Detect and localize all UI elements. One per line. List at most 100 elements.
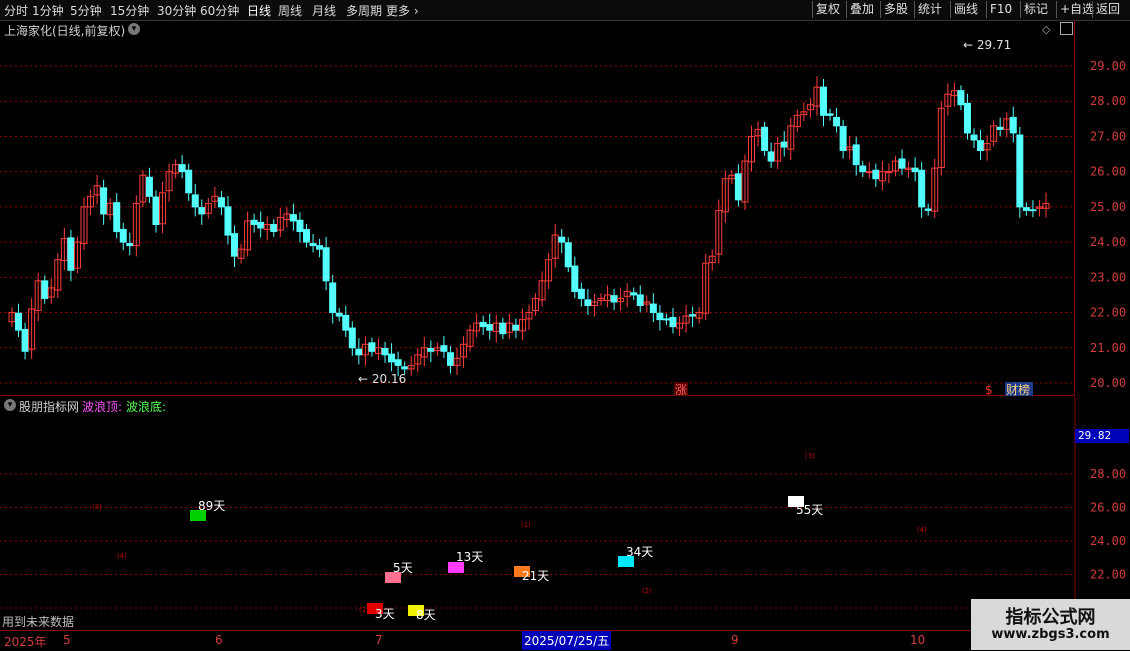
candle-body [865, 171, 873, 174]
candle-body [178, 164, 186, 173]
wave-day-label: 8天 [416, 608, 436, 622]
stock-title: 上海家化(日线,前复权) [4, 24, 126, 38]
month-label: 6 [215, 633, 223, 647]
candle-body [381, 347, 389, 356]
wave-day-label: 3天 [375, 607, 395, 621]
wave-day-label: 89天 [198, 499, 225, 513]
candle-body [636, 294, 644, 307]
wave-count-mark: (1) [359, 606, 369, 614]
candle-body [1022, 207, 1030, 211]
y-tick-label: 25.00 [1090, 200, 1126, 214]
wave-count-mark: (3) [805, 452, 815, 460]
low-price-label: ← 20.16 [358, 372, 406, 386]
candle-body [21, 328, 29, 352]
y-tick-label: 29.00 [1090, 59, 1126, 73]
diamond-icon[interactable]: ◇ [1042, 23, 1050, 36]
candle-body [571, 265, 579, 292]
candle-body [499, 322, 507, 335]
candle-body [996, 126, 1004, 130]
candle-body [852, 144, 860, 166]
candle-body [689, 314, 697, 317]
candle-body [885, 171, 893, 174]
dollar-marker: $ [985, 383, 993, 397]
candle-body [911, 167, 919, 173]
watermark-url: www.zbgs3.com [991, 627, 1110, 642]
candle-body [630, 292, 638, 296]
candle-body [839, 126, 847, 152]
wave-count-mark: (1) [521, 521, 531, 529]
candle-body [761, 126, 769, 152]
y-tick-label: 20.00 [1090, 376, 1126, 390]
y-tick-label: 28.00 [1090, 94, 1126, 108]
y-tick-label: 26.00 [1090, 165, 1126, 179]
candle-body [427, 347, 435, 352]
indicator-y-tick-label: 26.00 [1090, 501, 1126, 515]
chevron-down-icon[interactable]: ▾ [128, 23, 140, 35]
date-axis: 2025年 5 6 7 9 10 2025/07/25/五 [0, 630, 1130, 651]
indicator-name[interactable]: 股朋指标网 [19, 398, 79, 415]
candle-body [1016, 134, 1024, 208]
candle-body [316, 245, 324, 250]
candle-body [558, 236, 566, 243]
candle-body [826, 113, 834, 116]
indicator-y-tick-label: 22.00 [1090, 568, 1126, 582]
candle-body [152, 196, 160, 226]
y-tick-label: 23.00 [1090, 270, 1126, 284]
candle-body [322, 247, 330, 282]
cursor-date: 2025/07/25/五 [522, 631, 612, 650]
month-label: 10 [910, 633, 926, 647]
candle-body [649, 303, 657, 314]
month-label: 7 [375, 633, 383, 647]
wave-day-label: 21天 [522, 569, 549, 583]
month-label: 9 [731, 633, 739, 647]
y-tick-label: 27.00 [1090, 129, 1126, 143]
candle-body [401, 366, 409, 370]
window-toggle-icon[interactable] [1060, 22, 1073, 35]
candle-body [610, 295, 618, 303]
candle-body [224, 206, 232, 236]
candle-body [1009, 116, 1017, 134]
indicator-y-tick-label: 28.00 [1090, 467, 1126, 481]
candle-body [113, 202, 121, 233]
candle-body [270, 224, 278, 233]
wave-top-label: 波浪顶: [82, 400, 123, 414]
candle-body [734, 173, 742, 201]
current-value-badge: 29.82 [1075, 429, 1129, 443]
wave-day-label: 5天 [393, 561, 413, 575]
candle-body [656, 312, 664, 321]
candle-body [859, 165, 867, 173]
candle-body [970, 134, 978, 141]
candle-body [584, 299, 592, 307]
candle-body [41, 280, 49, 299]
candle-body [479, 321, 487, 328]
candle-body [662, 318, 670, 321]
candle-body [198, 207, 206, 215]
candle-body [335, 312, 343, 317]
caibang-marker: 财榜 [1006, 382, 1030, 397]
year-label: 2025年 [4, 635, 47, 649]
candle-body [924, 208, 932, 211]
candle-body [289, 214, 297, 222]
wave-count-mark: (3) [92, 503, 102, 511]
candle-body [669, 316, 677, 328]
y-tick-label: 24.00 [1090, 235, 1126, 249]
candle-body [963, 102, 971, 134]
candle-body [446, 352, 454, 366]
candlestick-chart[interactable]: 29.00 28.00 27.00 26.00 25.00 24.00 23.00 22.00… [0, 0, 1130, 650]
watermark-title: 指标公式网 [1005, 607, 1096, 628]
candle-body [564, 242, 572, 268]
indicator-chevron-icon[interactable]: ▾ [4, 399, 16, 411]
candle-body [833, 116, 841, 127]
candle-body [250, 219, 258, 225]
candle-body [355, 348, 363, 356]
high-price-label: ← 29.71 [963, 38, 1011, 52]
candle-body [1029, 209, 1037, 212]
indicator-y-tick-label: 24.00 [1090, 534, 1126, 548]
month-label: 5 [63, 633, 71, 647]
candle-body [191, 194, 199, 208]
candle-body [512, 324, 520, 331]
candle-body [302, 228, 310, 243]
wave-count-mark: (4) [917, 526, 927, 534]
candle-body [296, 219, 304, 233]
wave-day-label: 34天 [626, 545, 653, 559]
